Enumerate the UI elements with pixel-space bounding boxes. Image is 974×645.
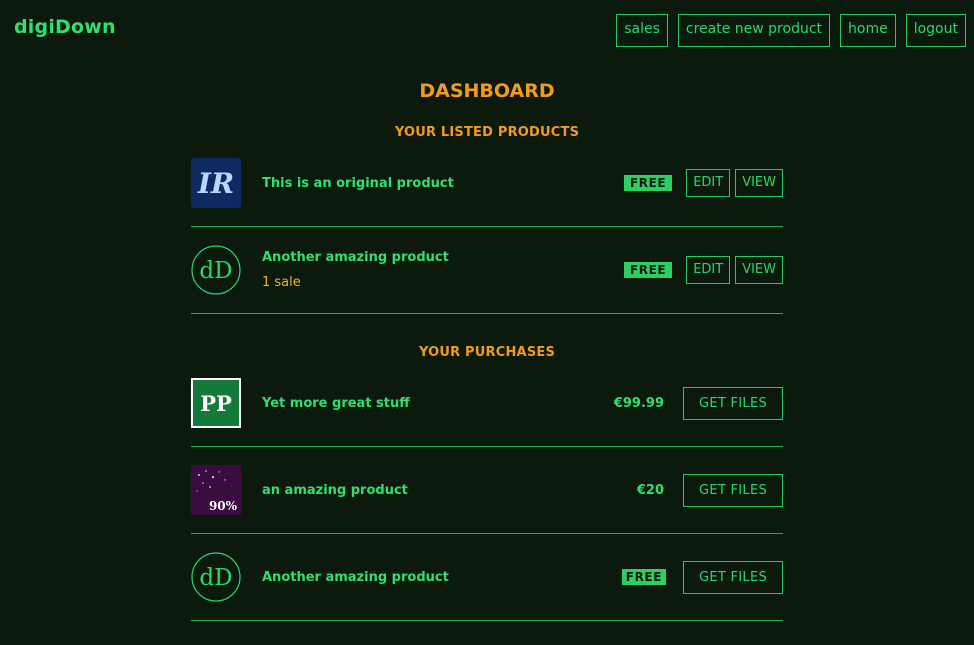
product-thumbnail[interactable]: dD <box>191 245 241 295</box>
listed-product-row: IR This is an original product FREE EDIT… <box>191 140 783 227</box>
product-name[interactable]: Another amazing product <box>262 250 449 265</box>
price-label: €20 <box>636 482 664 498</box>
page-title: DASHBOARD <box>419 80 555 102</box>
free-badge: FREE <box>623 175 673 191</box>
purchase-row: PP Yet more great stuff €99.99 GET FILES <box>191 360 783 447</box>
view-button[interactable]: VIEW <box>735 256 783 284</box>
get-files-button[interactable]: GET FILES <box>683 473 783 507</box>
product-thumbnail[interactable]: 90% <box>191 465 241 515</box>
top-bar: digiDown sales create new product home l… <box>0 0 974 60</box>
home-button[interactable]: home <box>840 14 896 47</box>
product-name[interactable]: an amazing product <box>262 483 408 498</box>
purchases-list: PP Yet more great stuff €99.99 GET FILES… <box>191 360 783 621</box>
thumbnail-text: PP <box>200 391 232 416</box>
logout-button[interactable]: logout <box>905 14 966 47</box>
product-name[interactable]: Yet more great stuff <box>262 396 410 411</box>
product-thumbnail[interactable]: PP <box>191 378 241 428</box>
sales-button[interactable]: sales <box>616 14 668 47</box>
purchase-row: dD Another amazing product FREE GET FILE… <box>191 534 783 621</box>
edit-button[interactable]: EDIT <box>686 256 731 284</box>
listed-products-heading: YOUR LISTED PRODUCTS <box>394 125 580 140</box>
purchase-row: 90% an amazing product €20 GET FILES <box>191 447 783 534</box>
free-badge: FREE <box>621 569 666 585</box>
edit-button[interactable]: EDIT <box>686 169 731 197</box>
thumbnail-text: dD <box>199 565 232 591</box>
thumbnail-text: dD <box>199 258 232 284</box>
get-files-button[interactable]: GET FILES <box>683 560 783 594</box>
view-button[interactable]: VIEW <box>735 169 783 197</box>
product-thumbnail[interactable]: dD <box>191 552 241 602</box>
thumbnail-text: IR <box>197 167 234 200</box>
product-name[interactable]: Another amazing product <box>262 570 449 585</box>
product-thumbnail[interactable]: IR <box>191 158 241 208</box>
purchases-heading: YOUR PURCHASES <box>418 345 556 360</box>
product-name[interactable]: This is an original product <box>262 176 454 191</box>
top-nav: sales create new product home logout <box>616 14 966 47</box>
brand-logo[interactable]: digiDown <box>14 16 116 38</box>
get-files-button[interactable]: GET FILES <box>683 386 783 420</box>
create-new-product-button[interactable]: create new product <box>677 14 831 47</box>
free-badge: FREE <box>623 262 673 278</box>
listed-product-row: dD Another amazing product 1 sale FREE E… <box>191 227 783 314</box>
listed-products-list: IR This is an original product FREE EDIT… <box>191 140 783 314</box>
sales-count: 1 sale <box>262 275 301 290</box>
thumbnail-text: 90% <box>209 499 238 513</box>
price-label: €99.99 <box>613 395 664 411</box>
